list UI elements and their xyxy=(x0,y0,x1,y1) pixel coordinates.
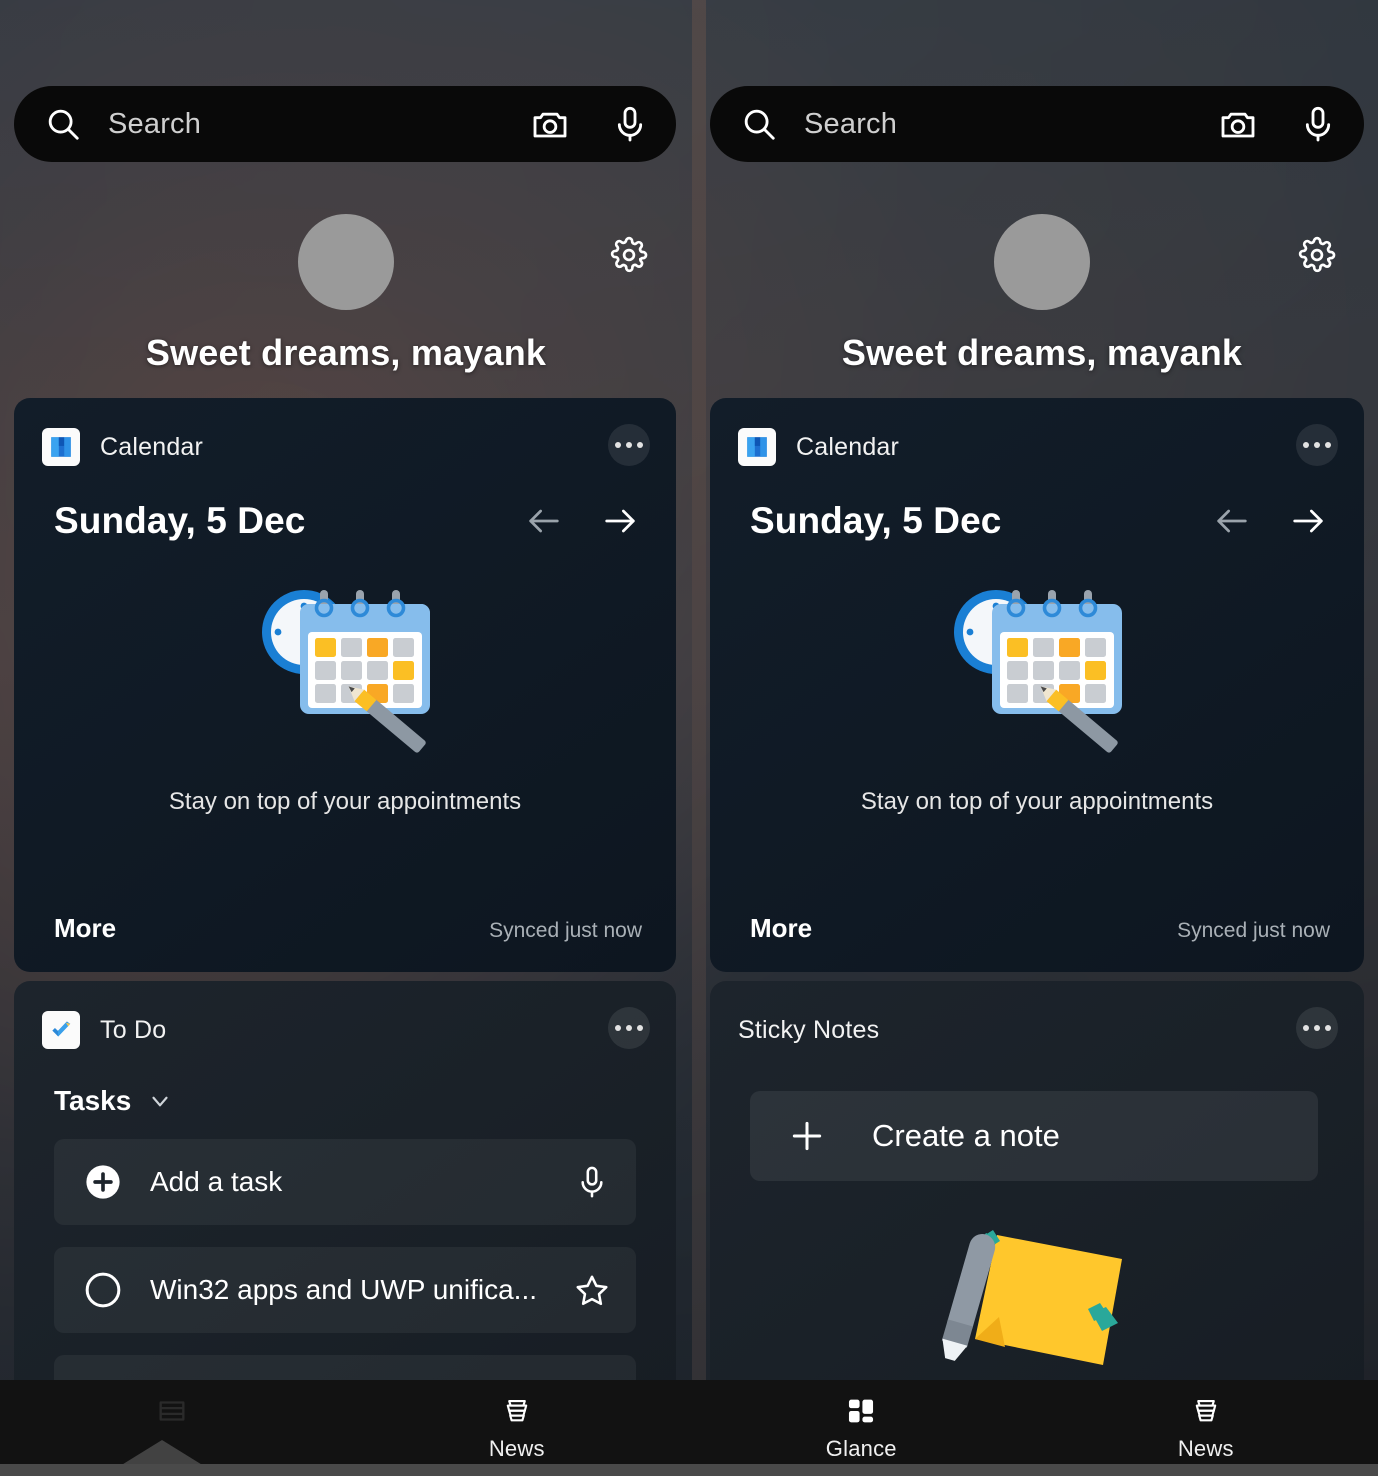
search-input-placeholder[interactable]: Search xyxy=(804,108,1192,141)
calendar-illustration xyxy=(262,590,430,753)
camera-icon[interactable] xyxy=(530,104,570,144)
search-icon xyxy=(44,105,82,143)
task-row[interactable]: Win32 apps and UWP unifica... xyxy=(54,1247,636,1333)
calendar-app-icon xyxy=(42,428,80,466)
calendar-date-label: Sunday, 5 Dec xyxy=(54,500,306,541)
todo-app-name: To Do xyxy=(100,1015,167,1044)
dual-panel-container: Search Sweet dreams, mayank Calendar Sun… xyxy=(0,0,1378,1476)
todo-widget-header: To Do xyxy=(14,981,676,1053)
nav-item-label: News xyxy=(488,1436,545,1461)
calendar-widget-header: Calendar xyxy=(710,398,1364,470)
nav-item-news-right[interactable]: News xyxy=(1034,1394,1378,1462)
glance-grid-icon xyxy=(849,1399,874,1423)
right-panel: Search Sweet dreams, mayank Calendar Sun… xyxy=(706,0,1378,1476)
todo-app-icon xyxy=(42,1011,80,1049)
calendar-widget-card[interactable]: Calendar Sunday, 5 Dec Stay on top of yo… xyxy=(14,398,676,972)
create-note-label: Create a note xyxy=(872,1118,1060,1153)
calendar-sync-status: Synced just now xyxy=(489,919,642,942)
plus-circle-icon xyxy=(84,1163,122,1201)
greeting-text: Sweet dreams, mayank xyxy=(145,332,547,373)
calendar-widget-header: Calendar xyxy=(14,398,676,470)
todo-list-selector[interactable]: Tasks xyxy=(14,1053,676,1117)
more-options-icon[interactable] xyxy=(1296,1007,1338,1049)
calendar-more-link[interactable]: More xyxy=(54,913,116,944)
todo-list-name: Tasks xyxy=(54,1085,132,1116)
microphone-icon[interactable] xyxy=(610,104,650,144)
news-icon xyxy=(506,1400,528,1422)
calendar-nav-buttons xyxy=(1212,501,1328,541)
greeting-block-right: Sweet dreams, mayank xyxy=(706,214,1378,374)
calendar-date-row: Sunday, 5 Dec xyxy=(14,470,676,542)
more-options-icon[interactable] xyxy=(1296,424,1338,466)
microphone-icon[interactable] xyxy=(1298,104,1338,144)
calendar-footer: More Synced just now xyxy=(14,913,676,944)
avatar[interactable] xyxy=(298,214,394,310)
calendar-tagline: Stay on top of your appointments xyxy=(860,788,1214,815)
arrow-right-icon[interactable] xyxy=(600,501,640,541)
calendar-nav-buttons xyxy=(524,501,640,541)
search-bar-right[interactable]: Search xyxy=(710,86,1364,162)
nav-item-label: Glance xyxy=(825,1436,897,1461)
panel-divider xyxy=(692,0,706,1476)
nav-cursor-artifact xyxy=(120,1440,204,1466)
calendar-illustration xyxy=(954,590,1122,753)
bottom-navigation-bar: News News Glance xyxy=(0,1380,1378,1476)
calendar-tagline: Stay on top of your appointments xyxy=(168,788,522,815)
arrow-left-icon[interactable] xyxy=(524,501,564,541)
add-task-row[interactable]: Add a task xyxy=(54,1139,636,1225)
news-icon xyxy=(1195,1400,1217,1422)
nav-item-glance[interactable]: Glance xyxy=(689,1394,1034,1462)
news-icon xyxy=(159,1401,185,1421)
left-panel: Search Sweet dreams, mayank Calendar Sun… xyxy=(0,0,692,1476)
task-title: Win32 apps and UWP unifica... xyxy=(150,1274,538,1305)
nav-item-label: News xyxy=(1177,1436,1234,1461)
sticky-note-illustration xyxy=(941,1230,1122,1365)
todo-widget-card[interactable]: To Do Tasks Add a task Win32 apps and UW… xyxy=(14,981,676,1401)
camera-icon[interactable] xyxy=(1218,104,1258,144)
calendar-footer: More Synced just now xyxy=(710,913,1364,944)
star-outline-icon[interactable] xyxy=(574,1272,610,1308)
plus-icon xyxy=(788,1117,826,1155)
sticky-notes-widget-header: Sticky Notes xyxy=(710,981,1364,1053)
calendar-app-icon xyxy=(738,428,776,466)
gear-icon[interactable] xyxy=(1298,236,1336,274)
avatar[interactable] xyxy=(994,214,1090,310)
more-options-icon[interactable] xyxy=(608,424,650,466)
calendar-date-row: Sunday, 5 Dec xyxy=(710,470,1364,542)
arrow-right-icon[interactable] xyxy=(1288,501,1328,541)
calendar-sync-status: Synced just now xyxy=(1177,919,1330,942)
greeting-text: Sweet dreams, mayank xyxy=(841,332,1243,373)
microphone-icon[interactable] xyxy=(574,1164,610,1200)
nav-item-news-left[interactable]: News xyxy=(345,1394,690,1462)
more-options-icon[interactable] xyxy=(608,1007,650,1049)
sticky-notes-widget-card[interactable]: Sticky Notes Create a note xyxy=(710,981,1364,1401)
gear-icon[interactable] xyxy=(610,236,648,274)
calendar-more-link[interactable]: More xyxy=(750,913,812,944)
search-icon xyxy=(740,105,778,143)
create-note-button[interactable]: Create a note xyxy=(750,1091,1318,1181)
calendar-widget-card[interactable]: Calendar Sunday, 5 Dec Stay on top of yo… xyxy=(710,398,1364,972)
phone-screenshot: Search Sweet dreams, mayank Calendar Sun… xyxy=(0,0,1378,1476)
search-input-placeholder[interactable]: Search xyxy=(108,108,504,141)
calendar-app-name: Calendar xyxy=(796,432,900,461)
calendar-app-name: Calendar xyxy=(100,432,204,461)
greeting-block-left: Sweet dreams, mayank xyxy=(0,214,692,374)
gesture-bar xyxy=(0,1464,1378,1476)
add-task-placeholder[interactable]: Add a task xyxy=(150,1166,574,1198)
calendar-date-label: Sunday, 5 Dec xyxy=(750,500,1002,541)
sticky-notes-app-name: Sticky Notes xyxy=(738,1015,880,1044)
chevron-down-icon[interactable] xyxy=(147,1088,173,1114)
search-bar-left[interactable]: Search xyxy=(14,86,676,162)
circle-unchecked-icon[interactable] xyxy=(84,1271,122,1309)
arrow-left-icon[interactable] xyxy=(1212,501,1252,541)
